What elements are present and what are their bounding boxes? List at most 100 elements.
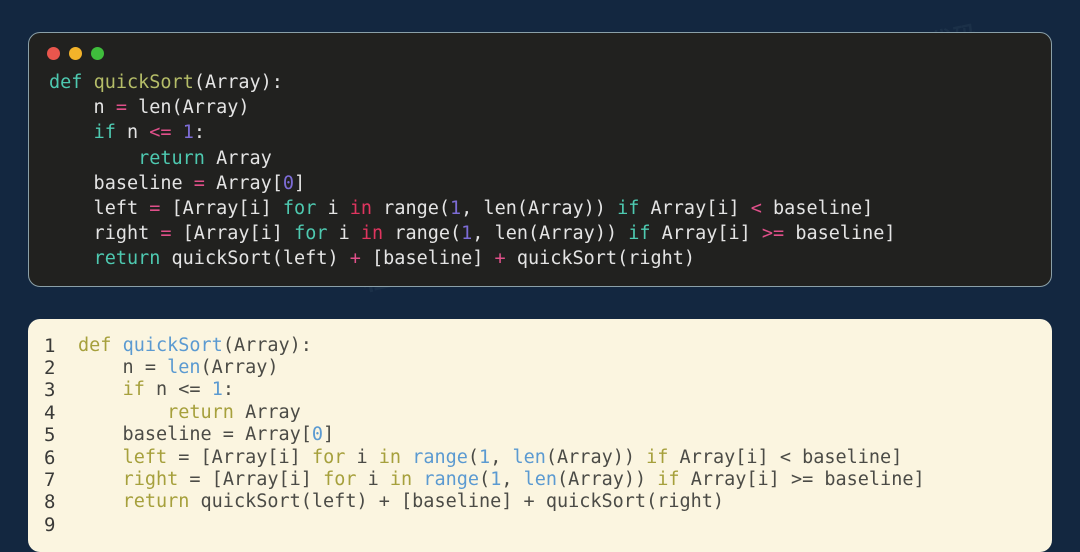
code-token: i	[345, 446, 379, 468]
code-token: (Array)	[200, 357, 279, 379]
dark-code-window: def quickSort(Array): n = len(Array) if …	[28, 32, 1052, 287]
code-token: ,	[501, 469, 524, 491]
code-token: if	[93, 122, 116, 144]
code-token: =	[178, 446, 190, 468]
line-number: 5	[44, 424, 56, 447]
code-token: 1	[182, 122, 194, 144]
minimize-button-icon[interactable]	[69, 47, 82, 60]
code-line: left = [Array[i] for i in range(1, len(A…	[78, 447, 1052, 469]
code-token: len(Array)	[126, 97, 250, 119]
code-token: Array[	[204, 172, 283, 194]
code-token: range	[423, 469, 480, 491]
line-number: 6	[44, 446, 56, 469]
code-line: baseline = Array[0]	[78, 424, 1052, 446]
code-token: def	[78, 334, 112, 356]
code-token: if	[657, 469, 680, 491]
code-token: for	[282, 198, 317, 220]
zoom-button-icon[interactable]	[91, 47, 104, 60]
code-token: 1	[211, 379, 223, 401]
code-token: in	[360, 223, 384, 245]
code-token: return	[138, 147, 205, 169]
code-token: +	[523, 491, 535, 513]
dark-code-content[interactable]: def quickSort(Array): n = len(Array) if …	[29, 68, 1051, 272]
code-token: def	[49, 72, 83, 93]
code-token: , len(Array))	[461, 198, 618, 220]
code-token: n	[78, 357, 145, 379]
code-token: Array[i]	[668, 446, 780, 468]
code-token: 1	[490, 469, 502, 491]
code-token: quickSort	[93, 72, 194, 93]
code-token: ]	[294, 172, 306, 194]
line-number: 7	[44, 469, 56, 492]
code-token: baseline]	[813, 469, 925, 491]
line-number: 8	[44, 491, 56, 514]
code-token: Array[i]	[679, 469, 791, 491]
code-token: n	[49, 97, 116, 119]
code-token: i	[356, 469, 390, 491]
code-token: , len(Array))	[472, 223, 629, 245]
code-token: 0	[282, 172, 295, 194]
code-token: [Array[i]	[160, 198, 283, 220]
code-token: +	[378, 491, 390, 513]
code-token: =	[144, 357, 156, 379]
code-token: +	[349, 248, 361, 270]
code-token: baseline]	[761, 198, 874, 220]
code-line: return quickSort(left) + [baseline] + qu…	[78, 491, 1052, 513]
code-line: left = [Array[i] for i in range(1, len(A…	[49, 196, 1051, 221]
code-token: Array[	[233, 424, 312, 446]
code-token: left	[122, 446, 168, 468]
code-token: >=	[790, 469, 814, 491]
line-number-gutter: 123456789	[28, 335, 72, 537]
code-token: =	[149, 198, 161, 220]
close-button-icon[interactable]	[47, 47, 60, 60]
code-token: left	[49, 198, 150, 220]
code-token: <=	[149, 122, 172, 144]
code-token: for	[311, 446, 346, 468]
code-token: i	[316, 198, 350, 220]
code-token: quickSort(left)	[189, 491, 379, 513]
code-token: <=	[178, 379, 201, 401]
code-token: right	[122, 469, 179, 491]
code-token: range(	[372, 198, 451, 220]
code-token: 1	[461, 223, 473, 245]
code-line: right = [Array[i] for i in range(1, len(…	[78, 469, 1052, 491]
code-token: =	[193, 172, 205, 194]
code-token: ]	[323, 424, 335, 446]
code-token: 1	[479, 446, 491, 468]
code-token: if	[628, 223, 651, 245]
code-token: quickSort(right)	[534, 491, 725, 513]
code-token: return	[122, 491, 190, 513]
code-token: baseline	[78, 424, 223, 446]
code-line: right = [Array[i] for i in range(1, len(…	[49, 221, 1051, 246]
code-token: <	[779, 446, 791, 468]
window-titlebar	[29, 43, 1051, 68]
code-token: Array	[233, 401, 301, 423]
code-line: def quickSort(Array):	[78, 335, 1052, 357]
line-number: 9	[44, 513, 56, 536]
code-token: =	[160, 223, 172, 245]
code-token: range(	[383, 223, 462, 245]
code-token: len	[523, 469, 558, 491]
code-token: for	[294, 223, 328, 245]
code-line: baseline = Array[0]	[49, 171, 1051, 196]
light-code-panel: 123456789 def quickSort(Array): n = len (…	[28, 318, 1052, 552]
code-line: return Array	[78, 402, 1052, 424]
code-token: 1	[450, 198, 462, 220]
code-token: quickSort(right)	[505, 248, 696, 270]
code-token: baseline]	[790, 446, 903, 468]
light-code-content[interactable]: def quickSort(Array): n = len(Array) if …	[72, 335, 1052, 537]
code-token: quickSort(left)	[160, 248, 350, 270]
code-line: return Array	[49, 146, 1051, 171]
